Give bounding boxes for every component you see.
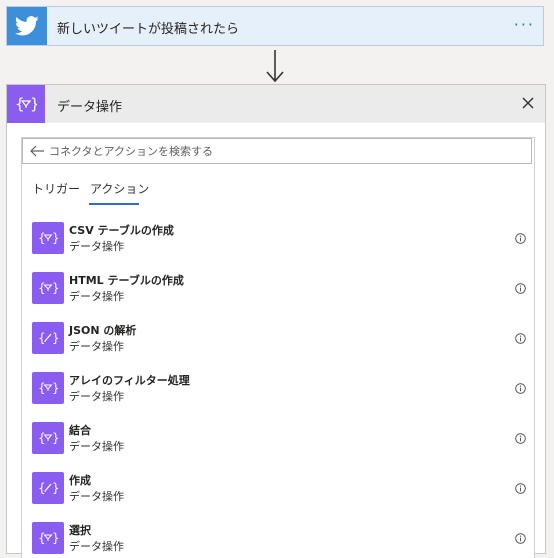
info-icon[interactable] xyxy=(515,383,526,394)
svg-text:{: { xyxy=(38,531,46,545)
list-item[interactable]: {} HTML テーブルの作成 データ操作 xyxy=(32,268,526,308)
item-subtitle: データ操作 xyxy=(69,490,124,503)
svg-text:{: { xyxy=(38,231,46,245)
item-subtitle: データ操作 xyxy=(69,240,124,253)
svg-text:}: } xyxy=(52,331,58,345)
search-input[interactable] xyxy=(49,142,519,160)
svg-text:{: { xyxy=(38,481,46,495)
info-icon[interactable] xyxy=(515,433,526,444)
item-title: 結合 xyxy=(69,424,91,437)
trigger-title: 新しいツイートが投稿されたら xyxy=(57,22,240,37)
svg-text:{: { xyxy=(38,331,46,345)
item-title: 作成 xyxy=(69,474,91,487)
close-icon[interactable] xyxy=(521,96,535,110)
action-card: { } データ操作 トリガー アクション xyxy=(6,84,546,558)
info-icon[interactable] xyxy=(515,233,526,244)
curly-braces-filter-icon: {} xyxy=(32,272,64,304)
svg-text:{: { xyxy=(15,95,25,113)
item-title: アレイのフィルター処理 xyxy=(69,374,190,387)
list-item[interactable]: {} CSV テーブルの作成 データ操作 xyxy=(32,218,526,258)
svg-text:}: } xyxy=(52,481,58,495)
data-operation-icon: { } xyxy=(7,85,45,123)
twitter-bird-icon xyxy=(7,7,47,45)
action-picker-panel: トリガー アクション {} CSV テーブルの作成 データ操作 {} HTML … xyxy=(21,137,535,558)
svg-text:{: { xyxy=(38,381,46,395)
svg-text:}: } xyxy=(30,95,37,113)
item-subtitle: データ操作 xyxy=(69,390,124,403)
list-item[interactable]: {} JSON の解析 データ操作 xyxy=(32,318,526,358)
svg-text:}: } xyxy=(52,531,58,545)
item-title: CSV テーブルの作成 xyxy=(69,224,174,237)
action-title: データ操作 xyxy=(57,100,123,115)
svg-text:{: { xyxy=(38,281,46,295)
curly-braces-filter-icon: {} xyxy=(32,522,64,554)
svg-text:}: } xyxy=(52,381,58,395)
active-tab-indicator xyxy=(89,203,139,205)
item-title: 選択 xyxy=(69,524,91,537)
action-header[interactable]: { } データ操作 xyxy=(7,85,545,123)
item-subtitle: データ操作 xyxy=(69,440,124,453)
trigger-card[interactable]: 新しいツイートが投稿されたら ··· xyxy=(6,6,544,46)
info-icon[interactable] xyxy=(515,483,526,494)
item-subtitle: データ操作 xyxy=(69,340,124,353)
list-item[interactable]: {} 選択 データ操作 xyxy=(32,518,526,558)
svg-text:}: } xyxy=(52,281,58,295)
search-box[interactable] xyxy=(22,138,532,164)
svg-text:}: } xyxy=(52,431,58,445)
list-item[interactable]: {} アレイのフィルター処理 データ操作 xyxy=(32,368,526,408)
back-arrow-icon[interactable] xyxy=(29,144,45,158)
more-options-button[interactable]: ··· xyxy=(514,15,535,34)
item-subtitle: データ操作 xyxy=(69,290,124,303)
curly-braces-filter-icon: {} xyxy=(32,372,64,404)
item-subtitle: データ操作 xyxy=(69,540,124,553)
info-icon[interactable] xyxy=(515,533,526,544)
curly-braces-filter-icon: {} xyxy=(32,222,64,254)
info-icon[interactable] xyxy=(515,283,526,294)
tab-triggers[interactable]: トリガー xyxy=(32,180,80,197)
list-item[interactable]: {} 作成 データ操作 xyxy=(32,468,526,508)
curly-braces-edit-icon: {} xyxy=(32,472,64,504)
curly-braces-filter-icon: {} xyxy=(32,422,64,454)
arrow-down-icon xyxy=(266,50,284,83)
list-item[interactable]: {} 結合 データ操作 xyxy=(32,418,526,458)
curly-braces-edit-icon: {} xyxy=(32,322,64,354)
svg-text:{: { xyxy=(38,431,46,445)
item-title: HTML テーブルの作成 xyxy=(69,274,184,287)
tab-actions[interactable]: アクション xyxy=(90,180,149,197)
info-icon[interactable] xyxy=(515,333,526,344)
item-title: JSON の解析 xyxy=(69,324,137,337)
svg-text:}: } xyxy=(52,231,58,245)
